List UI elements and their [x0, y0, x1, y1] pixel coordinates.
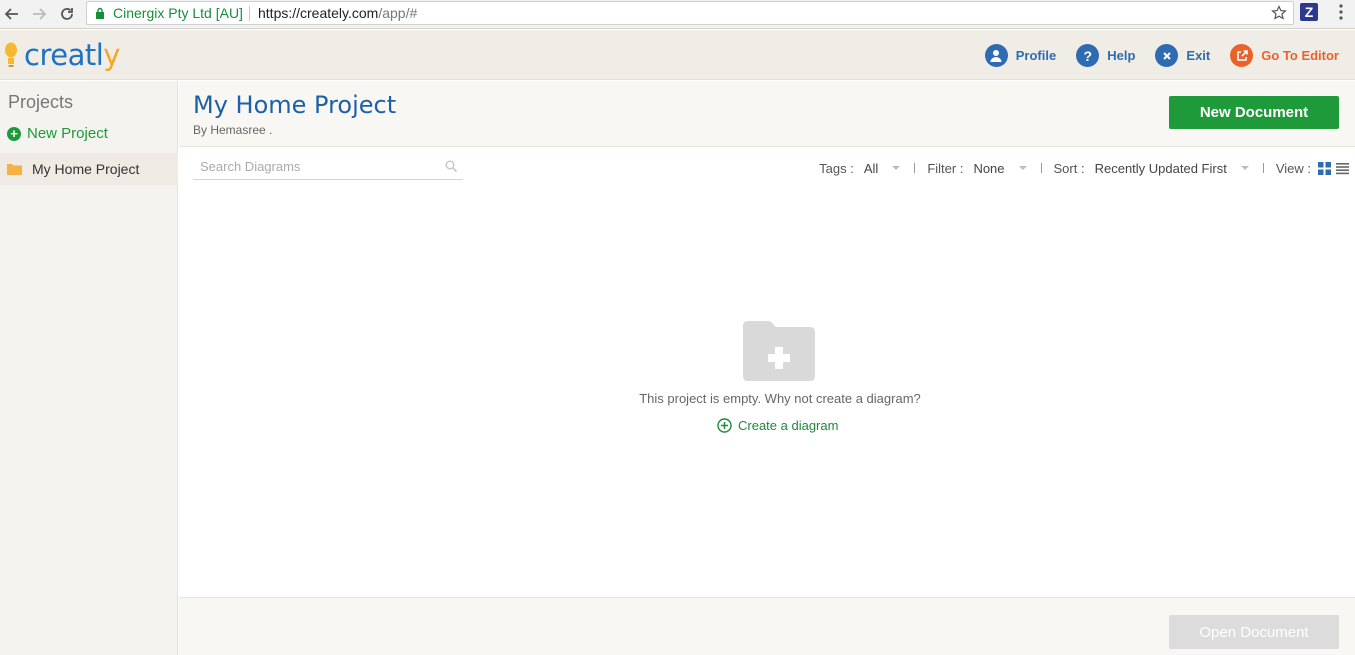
- sort-dropdown[interactable]: Recently Updated First: [1095, 161, 1261, 176]
- url-path: /app/#: [378, 5, 418, 21]
- profile-link[interactable]: Profile: [984, 44, 1057, 67]
- header-links: Profile ? Help Exit Go To Editor: [965, 44, 1339, 67]
- help-label: Help: [1107, 48, 1136, 63]
- plus-circle-icon: +: [7, 126, 21, 141]
- create-diagram-link[interactable]: Create a diagram: [717, 418, 838, 433]
- logo-text-main: creatl: [24, 38, 104, 72]
- empty-state-message: This project is empty. Why not create a …: [639, 391, 921, 406]
- arrow-left-icon: [4, 8, 18, 20]
- chevron-down-icon: [1018, 166, 1027, 170]
- search-icon[interactable]: [445, 160, 457, 172]
- project-header: My Home Project By Hemasree . New Docume…: [179, 81, 1355, 147]
- forward-button[interactable]: [28, 3, 50, 25]
- open-document-button[interactable]: Open Document: [1169, 615, 1339, 649]
- chevron-down-icon: [892, 166, 901, 170]
- creately-logo[interactable]: creatly: [4, 38, 120, 72]
- profile-label: Profile: [1015, 48, 1057, 63]
- exit-label: Exit: [1186, 48, 1211, 63]
- divider: [1262, 163, 1264, 173]
- logo-text: creatly: [24, 38, 120, 72]
- project-author: By Hemasree .: [193, 123, 273, 137]
- filter-label: Filter :: [927, 160, 964, 176]
- app-header: creatly Profile ? Help Exit Go To Editor: [0, 30, 1355, 80]
- logo-text-y: y: [103, 38, 120, 72]
- kebab-menu-icon[interactable]: [1334, 3, 1348, 21]
- url-host: https://creately.com: [258, 5, 379, 21]
- projects-sidebar: Projects + New Project My Home Project: [0, 81, 178, 655]
- page-title: My Home Project: [193, 91, 397, 119]
- tags-dropdown[interactable]: All: [864, 161, 912, 176]
- reload-button[interactable]: [56, 3, 78, 25]
- folder-plus-icon: [743, 321, 815, 381]
- address-bar[interactable]: Cinergix Pty Ltd [AU] https://creately.c…: [86, 1, 1294, 25]
- filter-dropdown[interactable]: None: [973, 161, 1038, 176]
- go-to-editor-label: Go To Editor: [1261, 48, 1339, 63]
- exit-link[interactable]: Exit: [1155, 44, 1210, 67]
- back-button[interactable]: [1, 3, 23, 25]
- chevron-down-icon: [1240, 166, 1249, 170]
- lock-icon: [96, 7, 104, 19]
- new-document-button[interactable]: New Document: [1169, 96, 1339, 129]
- footer-bar: Open Document: [179, 597, 1355, 655]
- question-icon: ?: [1076, 44, 1100, 67]
- person-icon: [984, 44, 1008, 67]
- new-project-button[interactable]: + New Project: [7, 125, 108, 142]
- grid-view-icon[interactable]: [1318, 161, 1331, 175]
- lightbulb-icon: [5, 42, 17, 67]
- divider: [914, 163, 916, 173]
- divider: [1040, 163, 1042, 173]
- folder-icon: [7, 164, 22, 175]
- url-text: https://creately.com/app/#: [258, 5, 417, 21]
- search-box: [193, 154, 463, 180]
- site-identity: Cinergix Pty Ltd [AU]: [113, 5, 243, 21]
- view-label: View :: [1275, 160, 1311, 176]
- create-diagram-label: Create a diagram: [738, 418, 839, 433]
- divider: [249, 6, 250, 21]
- reload-icon: [61, 8, 73, 20]
- search-input[interactable]: [193, 154, 433, 178]
- filter-toolbar: Tags : All Filter : None Sort : Recently…: [819, 159, 1349, 177]
- sort-value: Recently Updated First: [1094, 160, 1227, 176]
- help-link[interactable]: ? Help: [1076, 44, 1135, 67]
- new-project-label: New Project: [27, 125, 108, 142]
- arrow-right-icon: [33, 8, 47, 20]
- plus-circle-icon: [717, 418, 732, 433]
- go-to-editor-link[interactable]: Go To Editor: [1230, 44, 1339, 67]
- sidebar-item-label: My Home Project: [32, 161, 140, 177]
- external-link-icon: [1230, 44, 1254, 67]
- sidebar-item-my-home-project[interactable]: My Home Project: [0, 153, 178, 185]
- filter-value: None: [973, 160, 1005, 176]
- browser-toolbar: Cinergix Pty Ltd [AU] https://creately.c…: [0, 0, 1355, 29]
- list-view-icon[interactable]: [1336, 162, 1349, 175]
- star-icon[interactable]: [1271, 5, 1287, 21]
- extension-z-icon[interactable]: Z: [1300, 3, 1318, 21]
- sort-label: Sort :: [1053, 160, 1085, 176]
- close-icon: [1155, 44, 1179, 67]
- tags-value: All: [863, 160, 879, 176]
- sidebar-title: Projects: [8, 92, 74, 112]
- tags-label: Tags :: [819, 160, 854, 176]
